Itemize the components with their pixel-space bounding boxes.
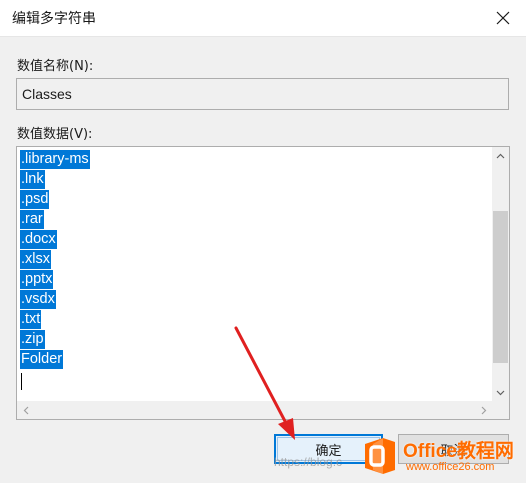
- scrollbar-corner: [492, 401, 509, 419]
- value-data-line: .library-ms: [20, 149, 90, 169]
- horizontal-scrollbar[interactable]: [17, 401, 492, 419]
- office-logo-icon: [365, 438, 395, 474]
- watermark-site: www.office26.com: [406, 461, 495, 473]
- value-data-line: .xlsx: [20, 249, 90, 269]
- value-data-line: .vsdx: [20, 289, 90, 309]
- chevron-down-icon: [496, 390, 505, 395]
- value-data-line: .lnk: [20, 169, 90, 189]
- value-data-line-text: .lnk: [20, 170, 45, 189]
- scroll-left-button[interactable]: [17, 401, 34, 419]
- value-data-line-text: .xlsx: [20, 250, 51, 269]
- value-name-label: 数值名称(N):: [17, 59, 94, 74]
- value-data-line: .txt: [20, 309, 90, 329]
- chevron-left-icon: [23, 406, 28, 414]
- title-bar: 编辑多字符串: [0, 0, 526, 37]
- close-button[interactable]: [480, 0, 526, 36]
- value-data-label: 数值数据(V):: [17, 127, 93, 142]
- value-data-line: .pptx: [20, 269, 90, 289]
- value-data-line-text: .docx: [20, 230, 57, 249]
- value-data-line: Folder: [20, 349, 90, 369]
- chevron-right-icon: [481, 406, 486, 414]
- value-data-line: .psd: [20, 189, 90, 209]
- value-data-textarea[interactable]: .library-ms .lnk .psd .rar .docx .xlsx .pptx .v…: [16, 146, 510, 420]
- value-data-line-text: .psd: [20, 190, 50, 209]
- value-data-line-text: .zip: [20, 330, 45, 349]
- dialog-title: 编辑多字符串: [12, 11, 96, 27]
- value-data-line-text: .txt: [20, 310, 42, 329]
- value-data-line-text: .pptx: [20, 270, 54, 289]
- scroll-down-button[interactable]: [492, 384, 509, 401]
- value-data-line-text: .vsdx: [20, 290, 56, 309]
- value-data-line-text: .rar: [20, 210, 44, 229]
- value-data-line-text: Folder: [20, 350, 64, 369]
- value-data-line-text: .library-ms: [20, 150, 90, 169]
- scroll-right-button[interactable]: [475, 401, 492, 419]
- text-caret: [21, 373, 22, 390]
- vertical-scroll-thumb[interactable]: [493, 211, 508, 363]
- value-data-line: .docx: [20, 229, 90, 249]
- value-name-field[interactable]: Classes: [16, 78, 509, 110]
- watermark-url: https://blog.c: [274, 455, 343, 469]
- close-icon: [496, 11, 510, 25]
- vertical-scrollbar[interactable]: [492, 147, 509, 401]
- scroll-up-button[interactable]: [492, 147, 509, 164]
- value-data-lines: .library-ms .lnk .psd .rar .docx .xlsx .pptx .v…: [20, 149, 90, 369]
- value-data-line: .rar: [20, 209, 90, 229]
- value-data-line: .zip: [20, 329, 90, 349]
- watermark-logo: Office教程网 www.office26.com: [359, 432, 523, 480]
- watermark-brand: Office教程网: [403, 441, 514, 462]
- chevron-up-icon: [496, 153, 505, 158]
